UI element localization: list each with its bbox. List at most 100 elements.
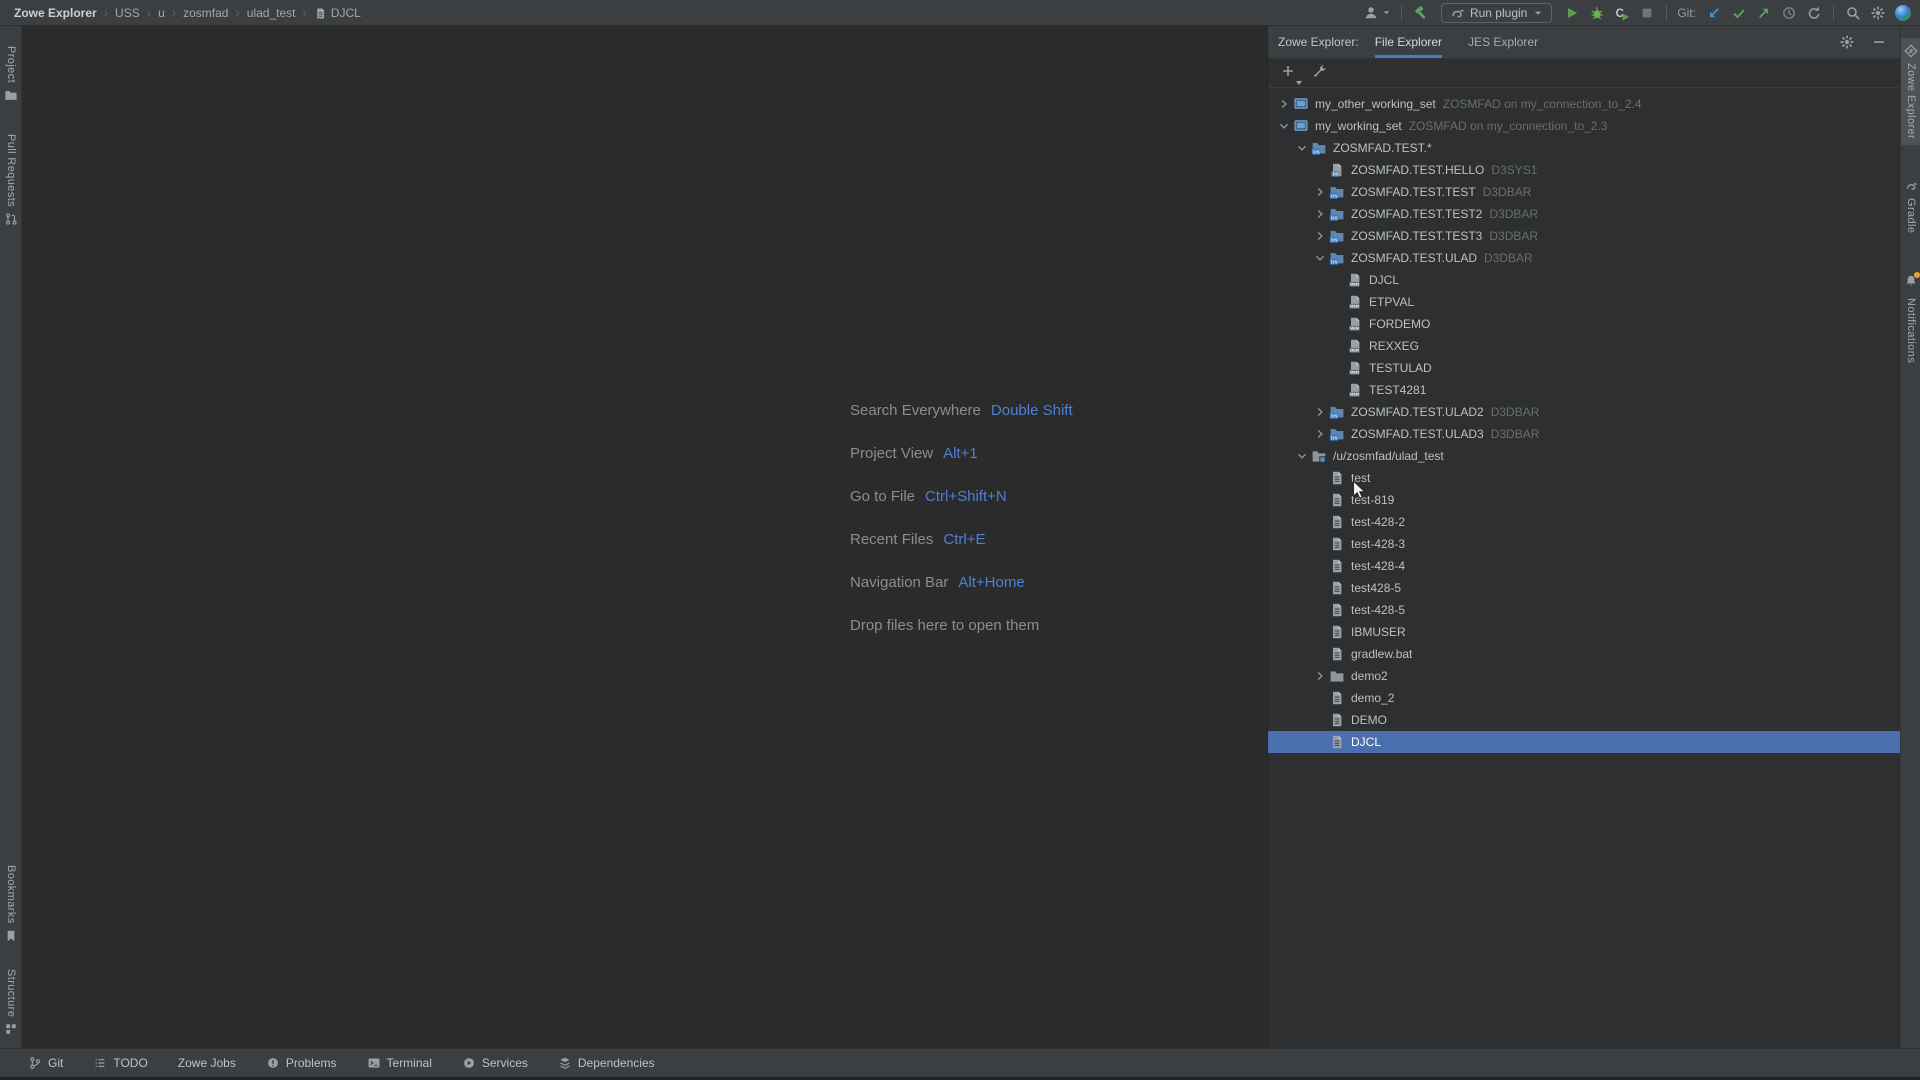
tree-row[interactable]: test-819	[1268, 489, 1900, 511]
tree-row[interactable]: test	[1268, 467, 1900, 489]
shortcut-keys: Ctrl+E	[943, 531, 985, 548]
breadcrumb-item[interactable]: zosmfad	[183, 6, 228, 20]
tree-row[interactable]: test-428-2	[1268, 511, 1900, 533]
stripe-tab-structure[interactable]: Structure	[0, 963, 21, 1042]
hammer-button[interactable]	[1410, 3, 1432, 23]
tree-row[interactable]: DSZOSMFAD.TEST.ULAD2D3DBAR	[1268, 401, 1900, 423]
search-button[interactable]	[1842, 3, 1864, 23]
tree-row[interactable]: gradlew.bat	[1268, 643, 1900, 665]
breadcrumb-item[interactable]: ulad_test	[247, 6, 296, 20]
toolwindow-button-git[interactable]: Git	[28, 1056, 63, 1070]
chevron-spacer	[1312, 734, 1328, 750]
panel-settings-button[interactable]	[1836, 32, 1858, 52]
tree-row[interactable]: DSZOSMFAD.TEST.HELLOD3SYS1	[1268, 159, 1900, 181]
chevron-right-icon[interactable]	[1312, 426, 1328, 442]
stripe-tab-zowe-explorer[interactable]: Zowe Explorer	[1901, 38, 1920, 145]
member-icon: MEM	[1347, 316, 1363, 332]
git-update-icon	[1706, 5, 1722, 21]
breadcrumb-item[interactable]: DJCL	[314, 6, 361, 20]
tree-row[interactable]: demo2	[1268, 665, 1900, 687]
breadcrumb-item[interactable]: USS	[115, 6, 140, 20]
tree-row[interactable]: DSZOSMFAD.TEST.TEST2D3DBAR	[1268, 203, 1900, 225]
chevron-down-icon[interactable]	[1294, 140, 1310, 156]
chevron-down-icon[interactable]	[1276, 118, 1292, 134]
tree-row[interactable]: IBMUSER	[1268, 621, 1900, 643]
settings-wrench-button[interactable]	[1312, 63, 1328, 84]
tab-jes-explorer[interactable]: JES Explorer	[1468, 26, 1538, 58]
file-icon	[1329, 492, 1345, 508]
caret-down-button[interactable]	[1381, 3, 1393, 23]
user-button[interactable]	[1360, 3, 1382, 23]
tree-row[interactable]: demo_2	[1268, 687, 1900, 709]
run-configuration-dropdown[interactable]: Run plugin	[1441, 3, 1552, 23]
chevron-right-icon[interactable]	[1312, 668, 1328, 684]
breadcrumb-separator: ›	[147, 5, 151, 20]
tree-row[interactable]: MEMTEST4281	[1268, 379, 1900, 401]
chevron-right-icon[interactable]	[1312, 404, 1328, 420]
tree-row[interactable]: MEMETPVAL	[1268, 291, 1900, 313]
tree-row[interactable]: /u/zosmfad/ulad_test	[1268, 445, 1900, 467]
run-button[interactable]	[1561, 3, 1583, 23]
stripe-tab-notifications[interactable]: Notifications	[1901, 268, 1920, 369]
stop-button[interactable]	[1636, 3, 1658, 23]
tree-item-suffix: ZOSMFAD on my_connection_to_2.4	[1443, 97, 1642, 111]
file-icon	[1329, 602, 1345, 618]
chevron-down-icon[interactable]	[1294, 448, 1310, 464]
chevron-spacer	[1312, 624, 1328, 640]
tree-row[interactable]: my_other_working_setZOSMFAD on my_connec…	[1268, 93, 1900, 115]
svg-text:MEM: MEM	[1350, 348, 1359, 353]
tree-row[interactable]: DEMO	[1268, 709, 1900, 731]
breadcrumb-item[interactable]: Zowe Explorer	[14, 6, 97, 20]
tree-row[interactable]: MEMREXXEG	[1268, 335, 1900, 357]
tree-row[interactable]: MEMFORDEMO	[1268, 313, 1900, 335]
tab-file-explorer[interactable]: File Explorer	[1375, 26, 1442, 58]
toolwindow-button-zowe-jobs[interactable]: Zowe Jobs	[178, 1056, 236, 1070]
tree-row[interactable]: DSZOSMFAD.TEST.ULADD3DBAR	[1268, 247, 1900, 269]
tree-row[interactable]: test428-5	[1268, 577, 1900, 599]
git-commit-button[interactable]	[1728, 3, 1750, 23]
stripe-tab-pull-requests[interactable]: Pull Requests	[0, 128, 21, 232]
tree-row[interactable]: DJCL	[1268, 731, 1900, 753]
settings-icon	[1839, 34, 1855, 50]
panel-minimize-button[interactable]	[1868, 32, 1890, 52]
stripe-tab-bookmarks[interactable]: Bookmarks	[0, 859, 21, 949]
tree-row[interactable]: test-428-4	[1268, 555, 1900, 577]
tree-row[interactable]: MEMDJCL	[1268, 269, 1900, 291]
toolwindow-button-todo[interactable]: TODO	[93, 1056, 147, 1070]
toolwindow-button-problems[interactable]: Problems	[266, 1056, 337, 1070]
tree-row[interactable]: DSZOSMFAD.TEST.ULAD3D3DBAR	[1268, 423, 1900, 445]
tree-item-label: ZOSMFAD.TEST.TEST3	[1351, 229, 1482, 243]
tree-row[interactable]: my_working_setZOSMFAD on my_connection_t…	[1268, 115, 1900, 137]
editor-area: Search EverywhereDouble ShiftProject Vie…	[22, 26, 1266, 1048]
history-button[interactable]	[1778, 3, 1800, 23]
coverage-button[interactable]: C	[1611, 3, 1633, 23]
tree-item-label: IBMUSER	[1351, 625, 1406, 639]
breadcrumb-item[interactable]: u	[158, 6, 165, 20]
debug-button[interactable]	[1586, 3, 1608, 23]
chevron-right-icon[interactable]	[1276, 96, 1292, 112]
tree-row[interactable]: MEMTESTULAD	[1268, 357, 1900, 379]
shortcut-hint-row: Search EverywhereDouble Shift	[850, 389, 1073, 432]
chevron-right-icon[interactable]	[1312, 184, 1328, 200]
add-profile-button[interactable]	[1280, 63, 1296, 84]
sphere-button[interactable]	[1892, 3, 1914, 23]
tree-row[interactable]: DSZOSMFAD.TEST.TEST3D3DBAR	[1268, 225, 1900, 247]
toolwindow-button-terminal[interactable]: Terminal	[367, 1056, 432, 1070]
toolwindow-button-dependencies[interactable]: Dependencies	[558, 1056, 655, 1070]
git-push-button[interactable]	[1753, 3, 1775, 23]
tree-row[interactable]: DSZOSMFAD.TEST.TESTD3DBAR	[1268, 181, 1900, 203]
tree-row[interactable]: DSZOSMFAD.TEST.*	[1268, 137, 1900, 159]
settings-button[interactable]	[1867, 3, 1889, 23]
stripe-tab-gradle[interactable]: Gradle	[1901, 173, 1920, 239]
rollback-button[interactable]	[1803, 3, 1825, 23]
toolwindow-button-label: Git	[48, 1056, 63, 1070]
terminal-icon	[367, 1056, 381, 1070]
chevron-right-icon[interactable]	[1312, 206, 1328, 222]
chevron-right-icon[interactable]	[1312, 228, 1328, 244]
chevron-down-icon[interactable]	[1312, 250, 1328, 266]
toolwindow-button-services[interactable]: Services	[462, 1056, 528, 1070]
stripe-tab-project[interactable]: Project	[0, 40, 21, 108]
git-update-button[interactable]	[1703, 3, 1725, 23]
tree-row[interactable]: test-428-5	[1268, 599, 1900, 621]
tree-row[interactable]: test-428-3	[1268, 533, 1900, 555]
